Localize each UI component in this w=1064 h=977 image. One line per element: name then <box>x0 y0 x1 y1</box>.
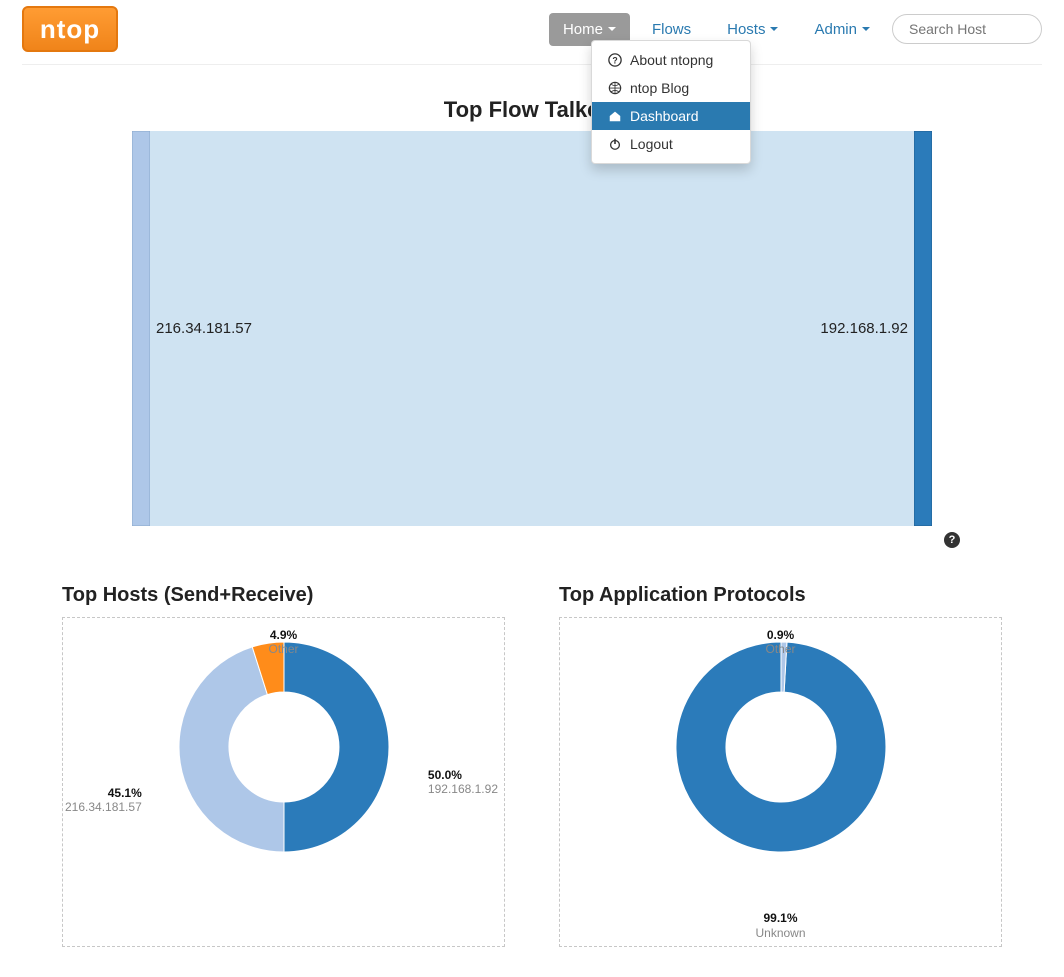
proto-ann-unknown: 99.1% Unknown <box>755 911 805 940</box>
charts-row: Top Hosts (Send+Receive) 4.9% Other <box>22 584 1042 947</box>
talkers-chart[interactable]: 216.34.181.57 192.168.1.92 <box>132 131 932 526</box>
svg-text:?: ? <box>612 56 617 66</box>
help-icon[interactable]: ? <box>944 532 960 548</box>
nav-admin[interactable]: Admin <box>800 13 884 46</box>
caret-down-icon <box>608 27 616 31</box>
talkers-left-host: 216.34.181.57 <box>156 320 252 337</box>
proto-panel: Top Application Protocols 0.9% Other 99.… <box>559 584 1002 947</box>
nav-home-label: Home <box>563 21 603 38</box>
navbar: ntop Home Flows Hosts Admin ? <box>22 0 1042 65</box>
talkers-chart-wrap: 216.34.181.57 192.168.1.92 ? <box>132 131 932 526</box>
hosts-panel: Top Hosts (Send+Receive) 4.9% Other <box>62 584 505 947</box>
brand-logo[interactable]: ntop <box>22 6 118 52</box>
proto-panel-body: 0.9% Other 99.1% Unknown <box>559 617 1002 947</box>
talkers-right-host: 192.168.1.92 <box>820 320 908 337</box>
menu-about[interactable]: ? About ntopng <box>592 46 750 74</box>
menu-dashboard[interactable]: Dashboard <box>592 102 750 130</box>
caret-down-icon <box>770 27 778 31</box>
nav-admin-label: Admin <box>814 21 857 38</box>
search-input[interactable] <box>892 14 1042 44</box>
home-dropdown: ? About ntopng ntop Blog Dashboard <box>591 40 751 164</box>
home-icon <box>608 109 622 123</box>
menu-logout[interactable]: Logout <box>592 130 750 158</box>
proto-ann-other: 0.9% Other <box>765 628 795 657</box>
menu-dashboard-label: Dashboard <box>630 108 699 124</box>
talkers-title: Top Flow Talkers <box>22 97 1042 123</box>
power-icon <box>608 137 622 151</box>
hosts-ann-left: 45.1% 216.34.181.57 <box>65 786 142 815</box>
question-circle-icon: ? <box>608 53 622 67</box>
menu-blog-label: ntop Blog <box>630 80 689 96</box>
hosts-donut-chart[interactable] <box>169 632 399 862</box>
hosts-ann-right: 50.0% 192.168.1.92 <box>428 768 498 797</box>
menu-blog[interactable]: ntop Blog <box>592 74 750 102</box>
globe-icon <box>608 81 622 95</box>
hosts-ann-other: 4.9% Other <box>268 628 298 657</box>
proto-donut-chart[interactable] <box>666 632 896 862</box>
hosts-panel-title: Top Hosts (Send+Receive) <box>62 584 505 607</box>
caret-down-icon <box>862 27 870 31</box>
menu-logout-label: Logout <box>630 136 673 152</box>
hosts-panel-body: 4.9% Other 50.0% 192.168.1.92 45.1% 216.… <box>62 617 505 947</box>
proto-panel-title: Top Application Protocols <box>559 584 1002 607</box>
nav-hosts-label: Hosts <box>727 21 765 38</box>
menu-about-label: About ntopng <box>630 52 713 68</box>
